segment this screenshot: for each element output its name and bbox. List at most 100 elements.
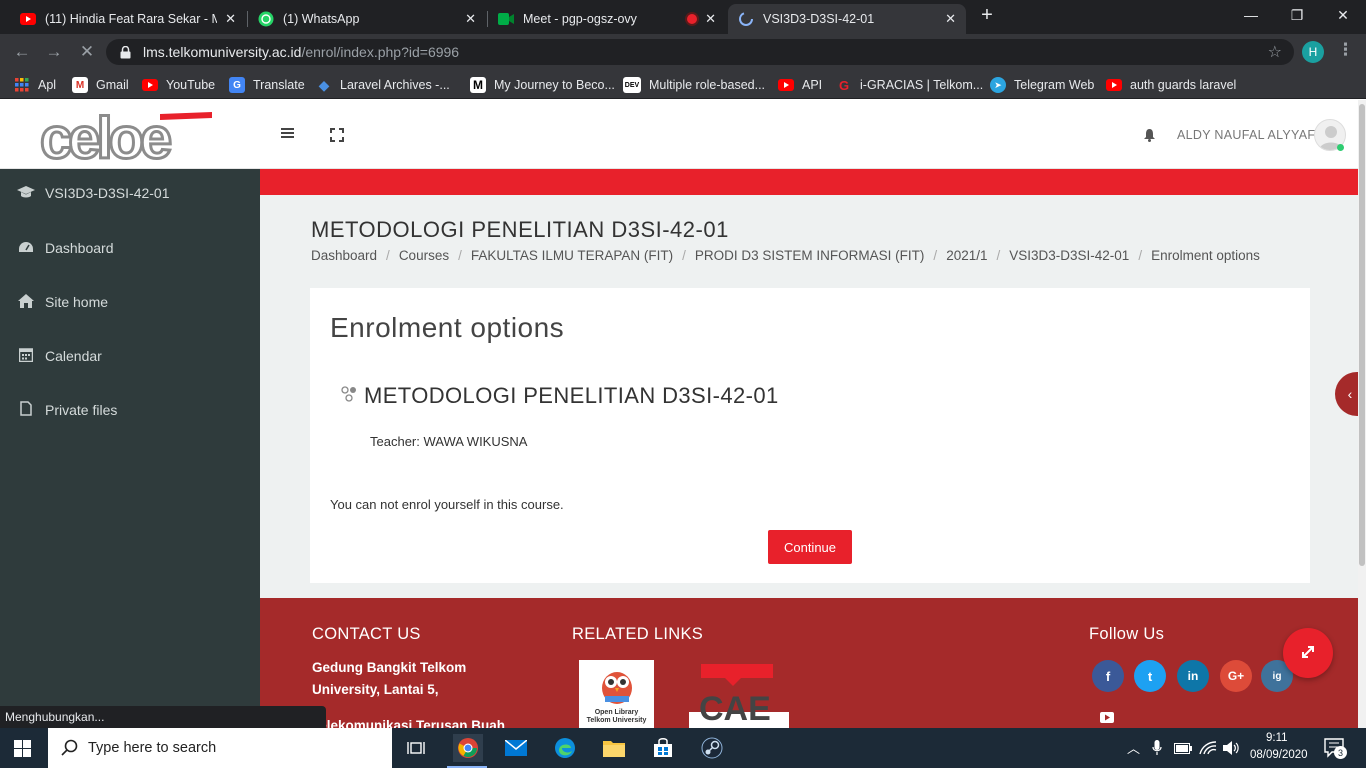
volume-icon[interactable] — [1222, 740, 1240, 759]
sidebar-item-private-files[interactable]: Private files — [0, 395, 260, 425]
breadcrumb-item[interactable]: Courses — [399, 248, 449, 263]
address-bar[interactable]: lms.telkomuniversity.ac.id/enrol/index.p… — [106, 39, 1294, 65]
breadcrumb-item[interactable]: Dashboard — [311, 248, 377, 263]
maximize-button[interactable]: ❐ — [1274, 0, 1320, 30]
close-tab-icon[interactable]: ✕ — [225, 11, 236, 27]
svg-text:CAE: CAE — [699, 690, 771, 728]
celoe-logo[interactable]: celoe — [39, 105, 220, 173]
breadcrumb-item[interactable]: PRODI D3 SISTEM INFORMASI (FIT) — [695, 248, 925, 263]
browser-tab-youtube[interactable]: (11) Hindia Feat Rara Sekar - Me ✕ — [10, 4, 246, 34]
bookmark-medium[interactable]: M My Journey to Beco... — [470, 76, 615, 94]
notification-center-icon[interactable]: 3 — [1324, 738, 1347, 761]
taskbar-search-box[interactable]: Type here to search — [48, 728, 392, 768]
cae-logo[interactable]: CAE — [689, 662, 789, 728]
wifi-icon[interactable] — [1199, 740, 1217, 759]
enrol-notice: You can not enrol yourself in this cours… — [330, 497, 564, 512]
tab-title: (1) WhatsApp — [283, 12, 360, 26]
close-tab-icon[interactable]: ✕ — [705, 11, 716, 27]
breadcrumb-item[interactable]: FAKULTAS ILMU TERAPAN (FIT) — [471, 248, 673, 263]
gmail-icon: M — [72, 77, 88, 93]
clock-time[interactable]: 9:11 — [1266, 732, 1288, 744]
fullscreen-icon[interactable] — [330, 128, 344, 142]
course-teacher: Teacher: WAWA WIKUSNA — [370, 434, 528, 449]
store-icon[interactable] — [649, 734, 677, 762]
bookmark-igracias[interactable]: G i-GRACIAS | Telkom... — [836, 76, 983, 94]
sidebar-item-calendar[interactable]: Calendar — [0, 341, 260, 371]
meet-icon — [498, 11, 514, 27]
minimize-button[interactable]: — — [1228, 0, 1274, 30]
windows-start-icon[interactable] — [14, 740, 31, 757]
site-footer: CONTACT US Gedung Bangkit Telkom Univers… — [260, 598, 1358, 728]
new-tab-button[interactable]: + — [970, 0, 1004, 30]
youtube-icon — [142, 77, 158, 93]
menu-dots-icon[interactable]: ⋮ — [1337, 40, 1354, 60]
browser-tab-whatsapp[interactable]: (1) WhatsApp ✕ — [248, 4, 486, 34]
sidebar-item-site-home[interactable]: Site home — [0, 287, 260, 317]
igracias-icon: G — [838, 77, 850, 93]
task-view-icon[interactable] — [403, 734, 431, 762]
stop-loading-button[interactable]: ✕ — [76, 41, 98, 63]
profile-avatar[interactable]: H — [1302, 41, 1324, 63]
bookmark-dev[interactable]: DEV Multiple role-based... — [623, 76, 765, 94]
chrome-taskbar-icon[interactable] — [453, 734, 483, 762]
open-library-logo[interactable]: Open Library Telkom University — [579, 660, 654, 728]
star-icon[interactable]: ☆ — [1268, 42, 1282, 62]
page-scrollbar-thumb[interactable] — [1359, 104, 1365, 566]
bell-icon[interactable] — [1143, 128, 1157, 142]
mail-icon[interactable] — [502, 734, 530, 762]
course-name-link[interactable]: METODOLOGI PENELITIAN D3SI-42-01 — [364, 383, 779, 409]
youtube-icon[interactable] — [1092, 702, 1122, 728]
bookmark-api[interactable]: API — [778, 76, 822, 94]
expand-arrows-icon — [1300, 644, 1316, 663]
user-name[interactable]: ALDY NAUFAL ALYYAFI — [1177, 128, 1319, 142]
bookmark-telegram[interactable]: ➤ Telegram Web — [990, 76, 1094, 94]
sidebar-item-dashboard[interactable]: Dashboard — [0, 233, 260, 263]
browser-tab-active[interactable]: VSI3D3-D3SI-42-01 ✕ — [728, 4, 966, 34]
sidebar-item-course[interactable]: VSI3D3-D3SI-42-01 — [0, 178, 260, 208]
contact-line: Gedung Bangkit Telkom — [312, 660, 467, 675]
breadcrumb-item[interactable]: VSI3D3-D3SI-42-01 — [1009, 248, 1129, 263]
browser-status-text: Menghubungkan... — [0, 706, 326, 728]
breadcrumb-item[interactable]: 2021/1 — [946, 248, 987, 263]
bookmark-apps[interactable]: Apl — [14, 76, 56, 94]
recording-icon — [687, 14, 698, 24]
close-tab-icon[interactable]: ✕ — [945, 11, 956, 27]
battery-icon[interactable] — [1174, 742, 1192, 757]
bookmark-translate[interactable]: G Translate — [229, 76, 305, 94]
tab-title: VSI3D3-D3SI-42-01 — [763, 12, 875, 26]
page-title: METODOLOGI PENELITIAN D3SI-42-01 — [311, 217, 729, 242]
chevron-up-icon[interactable]: ︿ — [1127, 738, 1140, 757]
sidebar-nav: VSI3D3-D3SI-42-01 Dashboard Site home Ca… — [0, 169, 260, 728]
bookmark-laravel[interactable]: ◆ Laravel Archives -... — [316, 76, 450, 94]
hamburger-menu-icon[interactable] — [281, 126, 295, 140]
close-tab-icon[interactable]: ✕ — [465, 11, 476, 27]
microphone-icon[interactable] — [1152, 740, 1162, 759]
continue-button[interactable]: Continue — [768, 530, 852, 564]
web-page: celoe ALDY NAUFAL ALYYAFI VSI3D3-D3SI-42… — [0, 100, 1358, 728]
facebook-icon[interactable]: f — [1092, 660, 1124, 692]
edge-icon[interactable] — [551, 734, 579, 762]
open-library-label: Telkom University — [586, 717, 647, 724]
twitter-icon[interactable]: t — [1134, 660, 1166, 692]
medium-icon: M — [470, 77, 486, 93]
close-window-button[interactable]: ✕ — [1320, 0, 1366, 30]
back-button[interactable]: ← — [11, 41, 33, 63]
bookmark-auth-guards[interactable]: auth guards laravel — [1106, 76, 1236, 94]
drawer-toggle-button[interactable]: ‹ — [1335, 372, 1358, 416]
google-plus-icon[interactable]: G+ — [1220, 660, 1252, 692]
file-explorer-icon[interactable] — [600, 734, 628, 762]
search-placeholder: Type here to search — [88, 740, 217, 756]
bookmark-gmail[interactable]: M Gmail — [72, 76, 129, 94]
floating-expand-button[interactable] — [1283, 628, 1333, 678]
dashboard-icon — [17, 240, 35, 256]
url-path: /enrol/index.php?id=6996 — [301, 44, 460, 60]
linkedin-icon[interactable]: in — [1177, 660, 1209, 692]
dev-icon: DEV — [623, 77, 641, 93]
notification-badge: 3 — [1334, 746, 1347, 759]
steam-icon[interactable] — [698, 734, 726, 762]
laravel-icon: ◆ — [318, 76, 330, 93]
clock-date[interactable]: 08/09/2020 — [1250, 749, 1308, 761]
forward-button[interactable]: → — [43, 41, 65, 63]
browser-tab-meet[interactable]: Meet - pgp-ogsz-ovy ✕ — [488, 4, 726, 34]
bookmark-youtube[interactable]: YouTube — [142, 76, 215, 94]
